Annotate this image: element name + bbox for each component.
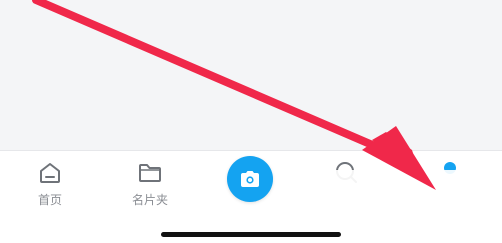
camera-icon bbox=[241, 171, 259, 187]
folder-icon bbox=[139, 164, 161, 182]
photo-glare-overlay bbox=[312, 170, 502, 242]
tab-home-label: 首页 bbox=[37, 193, 62, 207]
tab-home[interactable]: 首页 bbox=[10, 159, 90, 219]
home-indicator bbox=[161, 232, 341, 237]
tab-card-folder[interactable]: 名片夹 bbox=[110, 159, 190, 219]
content-area bbox=[0, 0, 502, 150]
home-icon bbox=[40, 163, 60, 183]
camera-button[interactable] bbox=[227, 156, 273, 202]
tab-card-folder-label: 名片夹 bbox=[131, 193, 168, 207]
